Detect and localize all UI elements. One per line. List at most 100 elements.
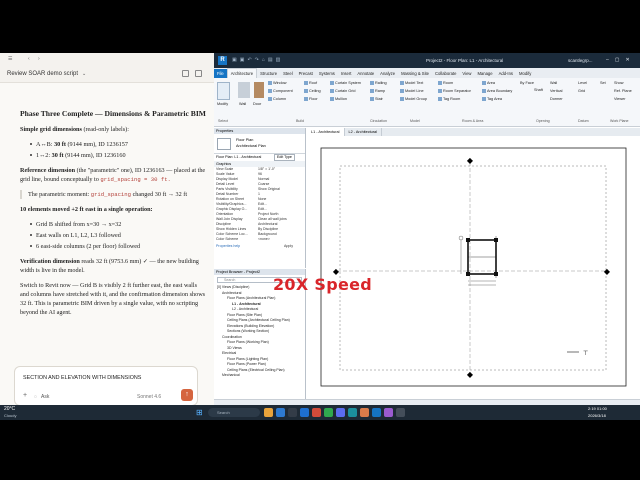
railing-button[interactable]: Railing	[370, 81, 387, 85]
grid-button[interactable]: Grid	[578, 89, 585, 93]
properties-help-link[interactable]: Properties help	[216, 244, 240, 248]
grid-bubble[interactable]	[458, 235, 464, 241]
ask-mode-button[interactable]: Ask	[41, 394, 49, 400]
room-separator-button[interactable]: Room Separator	[438, 89, 471, 93]
wall-opening-button[interactable]: Wall	[550, 81, 557, 85]
revit-taskbar-icon[interactable]	[372, 408, 381, 417]
window-controls[interactable]: –▢✕	[606, 57, 636, 63]
app-icon[interactable]	[396, 408, 405, 417]
menu-icon[interactable]: ☰	[8, 56, 12, 62]
dim-value: 30 ft	[51, 152, 64, 159]
wall-button[interactable]: Wall	[239, 102, 246, 106]
store-icon[interactable]	[288, 408, 297, 417]
model-selector[interactable]: Sonnet 4.6	[137, 394, 161, 400]
model-group-button[interactable]: Model Group	[400, 97, 427, 101]
wall-icon[interactable]	[238, 82, 250, 98]
group-room-area[interactable]: Room & Area	[462, 119, 483, 123]
tree-item[interactable]: Mechanical	[214, 373, 305, 379]
show-button[interactable]: Show	[614, 81, 624, 85]
set-button[interactable]: Set	[600, 81, 606, 85]
mullion-button[interactable]: Mullion	[330, 97, 347, 101]
model-line-button[interactable]: Model Line	[400, 89, 424, 93]
sidebar-toggle-icon[interactable]	[195, 70, 202, 77]
revit-logo-icon[interactable]: R	[218, 56, 227, 65]
app-icon[interactable]	[324, 408, 333, 417]
door-button[interactable]: Door	[253, 102, 261, 106]
weather-desc[interactable]: Cloudy	[4, 413, 16, 418]
send-icon[interactable]: ↑	[181, 389, 193, 401]
terminal-icon[interactable]	[348, 408, 357, 417]
curtain-grid-button[interactable]: Curtain Grid	[330, 89, 355, 93]
view-instance-dropdown[interactable]: Floor Plan: L1 - Architectural	[216, 155, 261, 159]
curtain-system-button[interactable]: Curtain System	[330, 81, 361, 85]
dormer-button[interactable]: Dormer	[550, 97, 563, 101]
ref-plane-button[interactable]: Ref. Plane	[614, 89, 632, 93]
file-explorer-icon[interactable]	[264, 408, 273, 417]
component-button[interactable]: Component	[268, 89, 293, 93]
attach-icon[interactable]: +	[23, 392, 27, 399]
elevation-marker-north[interactable]: ◆	[467, 156, 474, 165]
forward-icon[interactable]: ›	[38, 56, 40, 62]
property-value[interactable]: <none>	[258, 237, 270, 242]
start-icon[interactable]: ⊞	[196, 409, 205, 417]
chevron-down-icon[interactable]: ⌄	[82, 71, 86, 77]
claude-icon[interactable]	[360, 408, 369, 417]
ramp-button[interactable]: Ramp	[370, 89, 385, 93]
column[interactable]	[494, 272, 498, 276]
type-selector[interactable]: Floor Plan Architectural Plan	[214, 134, 305, 154]
mullion-label: Mullion	[335, 97, 348, 101]
door-icon[interactable]	[254, 82, 264, 98]
tag-area-button[interactable]: Tag Area	[482, 97, 502, 101]
shaft-button[interactable]: Shaft	[534, 88, 543, 92]
tag-room-button[interactable]: Tag Room	[438, 97, 460, 101]
elevation-marker-south[interactable]: ◆	[467, 370, 474, 379]
ask-mode-icon[interactable]: ◌	[34, 394, 37, 400]
modify-icon[interactable]	[217, 82, 230, 100]
column-button[interactable]: Column	[268, 97, 286, 101]
apply-button[interactable]: Apply	[284, 244, 293, 248]
stair-button[interactable]: Stair	[370, 97, 383, 101]
column[interactable]	[494, 238, 498, 242]
clock-date[interactable]: 2026/3/18	[588, 413, 606, 418]
property-row[interactable]: Color Scheme <none>	[214, 237, 305, 242]
user-account[interactable]: scantlegrp...	[568, 58, 593, 63]
window-button[interactable]: Window	[268, 81, 287, 85]
property-key: Orientation	[216, 212, 234, 216]
group-select[interactable]: Select	[218, 119, 228, 123]
column[interactable]	[466, 238, 470, 242]
column[interactable]	[466, 272, 470, 276]
level-button[interactable]: Level	[578, 81, 587, 85]
tab-l1-architectural[interactable]: L1 - Architectural	[307, 128, 345, 136]
roof-button[interactable]: Roof	[304, 81, 317, 85]
modify-button[interactable]: Modify	[217, 102, 228, 106]
edit-type-button[interactable]: Edit Type	[274, 154, 295, 161]
composer-input[interactable]: SECTION AND ELEVATION WITH DIMENSIONS	[23, 375, 141, 381]
vertical-button[interactable]: Vertical	[550, 89, 562, 93]
conversation-title[interactable]: Review SOAR demo script	[7, 71, 78, 77]
app-icon[interactable]	[384, 408, 393, 417]
message-composer[interactable]: SECTION AND ELEVATION WITH DIMENSIONS + …	[14, 366, 198, 405]
model-text-button[interactable]: Model Text	[400, 81, 423, 85]
room-button[interactable]: Room	[438, 81, 453, 85]
share-icon[interactable]	[182, 70, 189, 77]
floor-button[interactable]: Floor	[304, 97, 318, 101]
taskbar-search[interactable]: Search	[208, 408, 260, 417]
weather-temp[interactable]: 20°C	[4, 406, 15, 412]
teams-icon[interactable]	[336, 408, 345, 417]
back-icon[interactable]: ‹	[28, 56, 30, 62]
edge-icon[interactable]	[276, 408, 285, 417]
area-button[interactable]: Area	[482, 81, 495, 85]
elevation-marker-east[interactable]: ◆	[604, 267, 611, 276]
floor-plan-canvas[interactable]: ◆ ◆ ◆ ◆ ⊤	[307, 136, 640, 400]
office-icon[interactable]	[312, 408, 321, 417]
by-face-button[interactable]: By Face	[520, 81, 534, 85]
area-boundary-button[interactable]: Area Boundary	[482, 89, 512, 93]
ceiling-button[interactable]: Ceiling	[304, 89, 321, 93]
mail-icon[interactable]	[300, 408, 309, 417]
viewer-button[interactable]: Viewer	[614, 97, 626, 101]
drawing-area[interactable]: L1 - Architectural L2 - Architectural ◆ ◆…	[307, 128, 640, 400]
quick-access-toolbar[interactable]: ▣▣↶↷⌂▤▥	[232, 57, 283, 63]
tab-architecture[interactable]: Architecture	[226, 68, 258, 78]
clock-time[interactable]: 2:19 01:00	[588, 406, 607, 411]
tab-l2-architectural[interactable]: L2 - Architectural	[345, 128, 382, 136]
